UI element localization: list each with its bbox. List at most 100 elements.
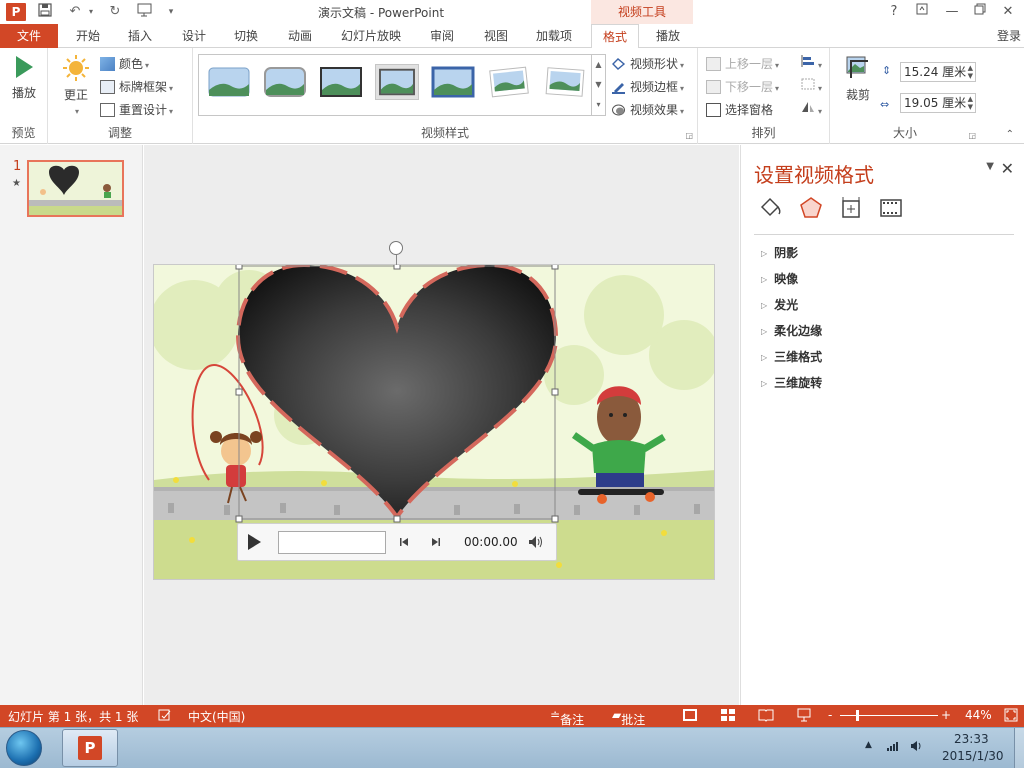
windows-start-icon[interactable] <box>6 730 42 766</box>
slideshow-view-icon[interactable] <box>796 708 812 725</box>
align-icon[interactable]: ▾ <box>800 54 822 74</box>
pane-close-icon[interactable]: ✕ <box>1001 159 1014 178</box>
tab-home[interactable]: 开始 <box>66 24 110 48</box>
pane-title: 设置视频格式 <box>754 163 874 187</box>
zoom-out-button[interactable]: - <box>828 708 832 722</box>
tab-slideshow[interactable]: 幻灯片放映 <box>334 24 408 48</box>
language-status[interactable]: 中文(中国) <box>188 708 245 725</box>
zoom-slider-thumb[interactable] <box>856 710 859 721</box>
pane-options-icon[interactable]: ▼ <box>986 161 994 172</box>
selection-pane-button[interactable]: 选择窗格 <box>706 100 773 120</box>
tab-playback[interactable]: 播放 <box>646 24 690 48</box>
video-style-3[interactable] <box>319 64 363 100</box>
section-shadow[interactable]: ▷ 阴影 <box>761 244 798 261</box>
dialog-launcher-icon[interactable]: ◲ <box>685 131 693 140</box>
color-button[interactable]: 颜色 ▾ <box>100 54 149 74</box>
skip-forward-icon[interactable] <box>430 536 442 551</box>
redo-icon[interactable]: ↻ <box>106 3 124 21</box>
video-style-4[interactable] <box>375 64 419 100</box>
section-3d-rotation[interactable]: ▷ 三维旋转 <box>761 374 822 391</box>
tab-view[interactable]: 视图 <box>474 24 518 48</box>
section-soft-edges[interactable]: ▷ 柔化边缘 <box>761 322 822 339</box>
zoom-level[interactable]: 44% <box>965 708 992 722</box>
slide-count-status: 幻灯片 第 1 张，共 1 张 <box>8 710 139 724</box>
tab-review[interactable]: 审阅 <box>420 24 464 48</box>
customize-quick-access-icon[interactable]: ▾ <box>162 3 180 21</box>
slide-sorter-icon[interactable] <box>720 708 736 725</box>
slide-thumbnail-1[interactable] <box>27 160 124 217</box>
minimize-icon[interactable]: — <box>940 2 964 22</box>
send-backward-button[interactable]: 下移一层 ▾ <box>706 77 779 97</box>
bring-forward-button[interactable]: 上移一层 ▾ <box>706 54 779 74</box>
spell-check-icon[interactable] <box>158 708 172 725</box>
show-desktop-button[interactable] <box>1014 728 1024 768</box>
rotate-handle-icon[interactable] <box>389 241 403 255</box>
video-tab-icon[interactable] <box>878 195 904 221</box>
sign-in-link[interactable]: 登录 <box>994 24 1024 48</box>
video-style-2[interactable] <box>263 64 307 100</box>
collapse-ribbon-icon[interactable]: ⌃ <box>1006 129 1014 140</box>
height-input[interactable]: 15.24 厘米 ▲ ▼ <box>900 62 976 82</box>
section-glow[interactable]: ▷ 发光 <box>761 296 798 313</box>
zoom-slider[interactable] <box>840 715 938 716</box>
normal-view-icon[interactable] <box>682 708 698 725</box>
video-progress-bar[interactable] <box>278 531 386 554</box>
play-button[interactable]: 播放 <box>4 54 44 101</box>
tab-file[interactable]: 文件 <box>0 24 58 48</box>
volume-tray-icon[interactable] <box>910 740 924 755</box>
rotate-icon[interactable]: ▾ <box>800 100 822 120</box>
clock-time[interactable]: 23:33 <box>954 732 989 746</box>
tab-transitions[interactable]: 切换 <box>224 24 268 48</box>
fill-line-tab-icon[interactable] <box>758 195 784 221</box>
poster-frame-button[interactable]: 标牌框架 ▾ <box>100 77 173 97</box>
help-icon[interactable]: ? <box>882 2 906 22</box>
reading-view-icon[interactable] <box>758 708 774 725</box>
gallery-more-icon[interactable]: ▾ <box>591 95 605 115</box>
play-pause-button[interactable] <box>246 533 262 554</box>
send-backward-icon <box>706 80 721 94</box>
video-effects-button[interactable]: 视频效果 ▾ <box>611 100 684 120</box>
width-input[interactable]: 19.05 厘米 ▲ ▼ <box>900 93 976 113</box>
size-dialog-launcher-icon[interactable]: ◲ <box>968 131 976 140</box>
comments-button[interactable]: ▰ 批注 <box>612 708 645 727</box>
tab-format[interactable]: 格式 <box>591 24 639 49</box>
video-shape-button[interactable]: 视频形状 ▾ <box>611 54 684 74</box>
tray-expand-icon[interactable]: ▲ <box>865 740 872 750</box>
fit-slide-icon[interactable] <box>1004 708 1018 725</box>
restore-icon[interactable] <box>968 2 992 22</box>
close-icon[interactable]: ✕ <box>996 2 1020 22</box>
gallery-scroll-down-icon[interactable]: ▼ <box>591 75 605 95</box>
network-icon[interactable] <box>886 740 900 755</box>
reset-design-button[interactable]: 重置设计 ▾ <box>100 100 173 120</box>
video-styles-gallery[interactable]: ▲ ▼ ▾ <box>198 54 606 116</box>
save-icon[interactable] <box>36 3 54 21</box>
clock-date[interactable]: 2015/1/30 <box>942 749 1004 763</box>
video-border-button[interactable]: 视频边框 ▾ <box>611 77 684 97</box>
zoom-in-button[interactable]: + <box>941 708 951 722</box>
video-style-1[interactable] <box>207 64 251 100</box>
tab-design[interactable]: 设计 <box>172 24 216 48</box>
size-properties-tab-icon[interactable] <box>838 195 864 221</box>
ribbon-display-options-icon[interactable] <box>910 2 934 22</box>
group-objects-icon[interactable]: ▾ <box>800 77 822 97</box>
tab-animations[interactable]: 动画 <box>278 24 322 48</box>
notes-button[interactable]: ≐ 备注 <box>550 708 584 727</box>
skip-back-icon[interactable] <box>398 536 410 551</box>
section-3d-format[interactable]: ▷ 三维格式 <box>761 348 822 365</box>
tab-insert[interactable]: 插入 <box>118 24 162 48</box>
video-shape-icon <box>611 57 626 71</box>
undo-dropdown-icon[interactable]: ▾ <box>82 3 100 21</box>
gallery-scroll-up-icon[interactable]: ▲ <box>591 55 605 75</box>
video-style-6[interactable] <box>487 64 531 100</box>
crop-button[interactable]: 裁剪 <box>840 54 876 103</box>
volume-icon[interactable] <box>528 535 544 552</box>
video-style-7[interactable] <box>543 64 587 100</box>
tab-addins[interactable]: 加载项 <box>528 24 580 48</box>
section-reflection[interactable]: ▷ 映像 <box>761 270 798 287</box>
start-from-beginning-icon[interactable] <box>136 3 154 21</box>
effects-tab-icon[interactable] <box>798 195 824 221</box>
corrections-button[interactable]: 更正 ▾ <box>56 54 96 117</box>
taskbar-powerpoint-button[interactable]: P <box>62 729 118 767</box>
slide[interactable]: 00:00.00 <box>153 264 715 580</box>
video-style-5[interactable] <box>431 64 475 100</box>
